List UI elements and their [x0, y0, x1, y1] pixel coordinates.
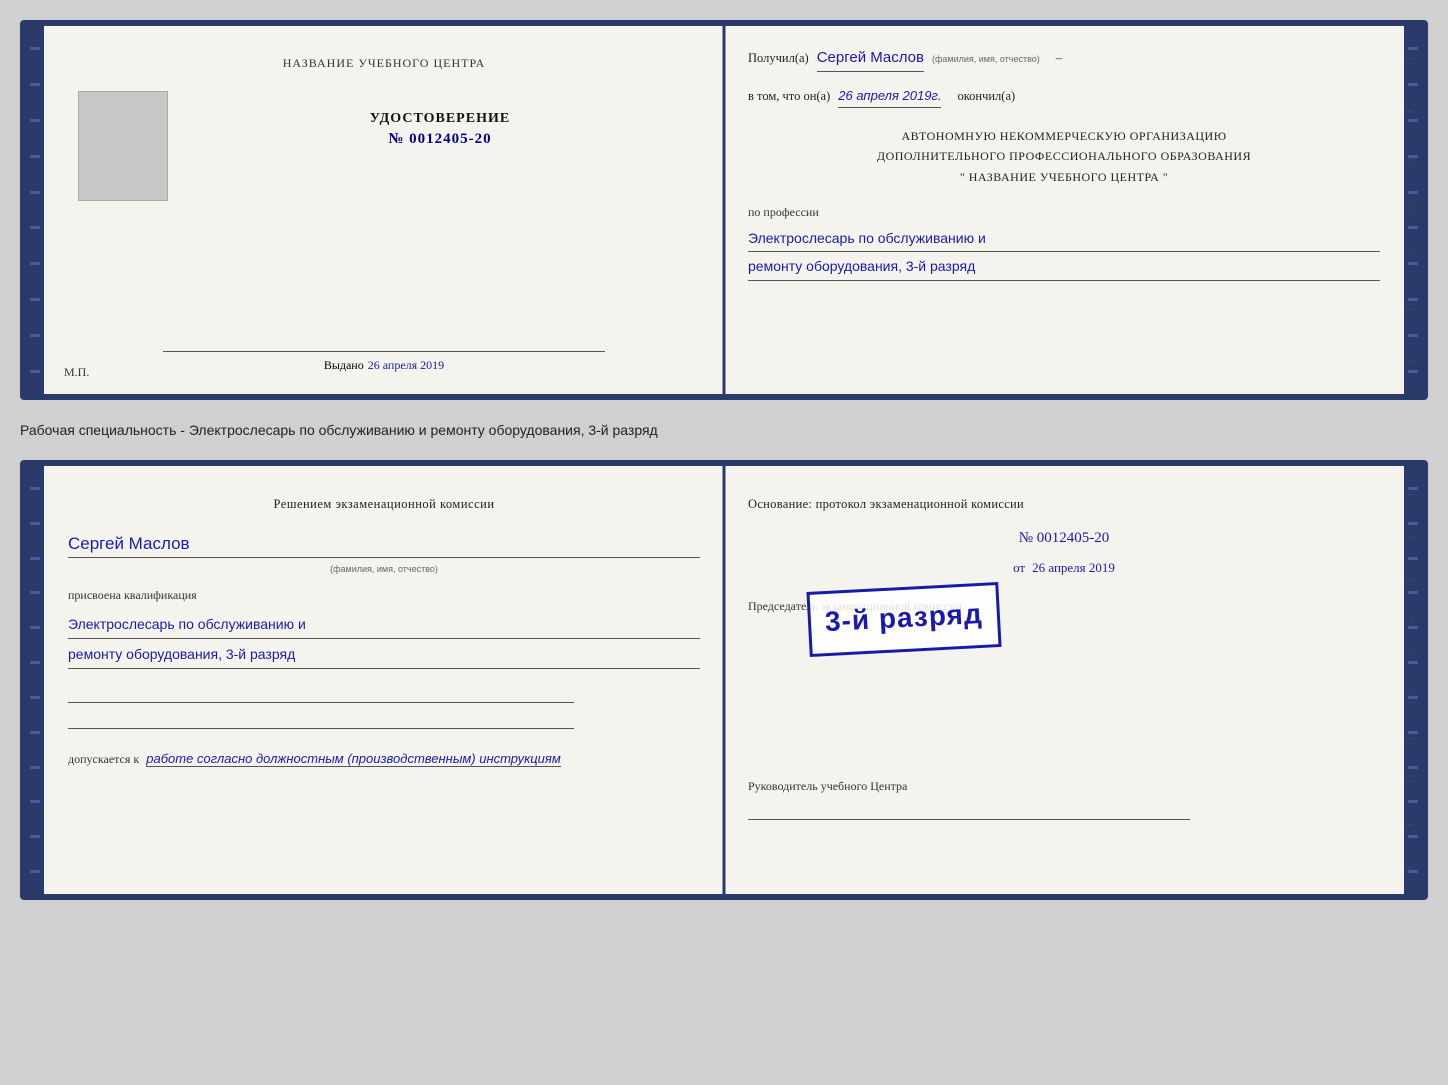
cert-number: № 0012405-20 [388, 131, 491, 148]
osnova-title: Основание: протокол экзаменационной коми… [748, 494, 1380, 514]
in-that-date: 26 апреля 2019г. [838, 86, 941, 108]
sig-line-2 [68, 709, 574, 729]
photo-placeholder [78, 91, 168, 201]
profession-line1: Электрослесарь по обслуживанию и [748, 226, 1380, 252]
bottom-certificate-card: Решением экзаменационной комиссии Сергей… [20, 460, 1428, 900]
bottom-right-side-deco: – – – и а ← – – – – [1404, 466, 1422, 894]
top-center-title: НАЗВАНИЕ УЧЕБНОГО ЦЕНТРА [283, 56, 486, 71]
recipient-label: Получил(а) [748, 48, 809, 68]
person-name-block: Сергей Маслов (фамилия, имя, отчество) [68, 530, 700, 578]
stamp-text: 3-й разряд [824, 592, 984, 645]
top-doc-right-panel: Получил(а) Сергей Маслов (фамилия, имя, … [724, 26, 1404, 394]
bottom-spine-left [26, 466, 44, 894]
date-of-line: от 26 апреля 2019 [748, 558, 1380, 579]
right-side-deco: – – и а ← – – [1404, 26, 1422, 394]
допускается-block: допускается к работе согласно должностны… [68, 749, 700, 770]
in-that-line: в том, что он(а) 26 апреля 2019г. окончи… [748, 86, 1380, 108]
chairman-block: Председатель экзаменационной комиссии 3-… [748, 597, 1380, 697]
sig-line-1 [68, 683, 574, 703]
issued-date: 26 апреля 2019 [368, 358, 444, 372]
middle-label: Рабочая специальность - Электрослесарь п… [20, 418, 1428, 442]
signature-lines [68, 683, 700, 729]
date-value: 26 апреля 2019 [1032, 560, 1115, 575]
org-block: АВТОНОМНУЮ НЕКОММЕРЧЕСКУЮ ОРГАНИЗАЦИЮ ДО… [748, 126, 1380, 187]
org-line3: " НАЗВАНИЕ УЧЕБНОГО ЦЕНТРА " [748, 167, 1380, 187]
person-hint: (фамилия, имя, отчество) [330, 564, 438, 574]
recipient-name: Сергей Маслов [817, 46, 924, 72]
qual-line1: Электрослесарь по обслуживанию и [68, 611, 700, 639]
dash-after-name: – [1056, 48, 1062, 68]
top-doc-left-panel: НАЗВАНИЕ УЧЕБНОГО ЦЕНТРА УДОСТОВЕРЕНИЕ №… [44, 26, 724, 394]
person-name: Сергей Маслов [68, 530, 700, 558]
допускается-prefix: допускается к [68, 752, 139, 766]
cert-title: УДОСТОВЕРЕНИЕ [370, 111, 510, 127]
rukovoditel-label: Руководитель учебного Центра [748, 777, 1380, 796]
qual-line2: ремонту оборудования, 3-й разряд [68, 641, 700, 669]
profession-label: по профессии [748, 203, 1380, 222]
issued-label: Выдано [324, 358, 364, 372]
qualification-label: присвоена квалификация [68, 586, 700, 605]
org-line1: АВТОНОМНУЮ НЕКОММЕРЧЕСКУЮ ОРГАНИЗАЦИЮ [748, 126, 1380, 146]
in-that-label: в том, что он(а) [748, 86, 830, 106]
recipient-line: Получил(а) Сергей Маслов (фамилия, имя, … [748, 46, 1380, 72]
sig-line-right [748, 800, 1190, 820]
top-certificate-card: НАЗВАНИЕ УЧЕБНОГО ЦЕНТРА УДОСТОВЕРЕНИЕ №… [20, 20, 1428, 400]
profession-line2: ремонту оборудования, 3-й разряд [748, 254, 1380, 280]
commission-title: Решением экзаменационной комиссии [68, 494, 700, 514]
bottom-doc-left-panel: Решением экзаменационной комиссии Сергей… [44, 466, 724, 894]
protocol-number: № 0012405-20 [748, 526, 1380, 550]
date-prefix: от [1013, 560, 1025, 575]
spine-left [26, 26, 44, 394]
rukovoditel-block: Руководитель учебного Центра [748, 777, 1380, 820]
completed-label: окончил(а) [957, 86, 1015, 106]
mp-label: М.П. [64, 365, 89, 380]
bottom-doc-right-panel: Основание: протокол экзаменационной коми… [724, 466, 1404, 894]
recipient-hint: (фамилия, имя, отчество) [932, 52, 1040, 66]
допускается-text: работе согласно должностным (производств… [146, 751, 561, 767]
stamp: 3-й разряд [806, 582, 1001, 657]
org-line2: ДОПОЛНИТЕЛЬНОГО ПРОФЕССИОНАЛЬНОГО ОБРАЗО… [748, 146, 1380, 166]
